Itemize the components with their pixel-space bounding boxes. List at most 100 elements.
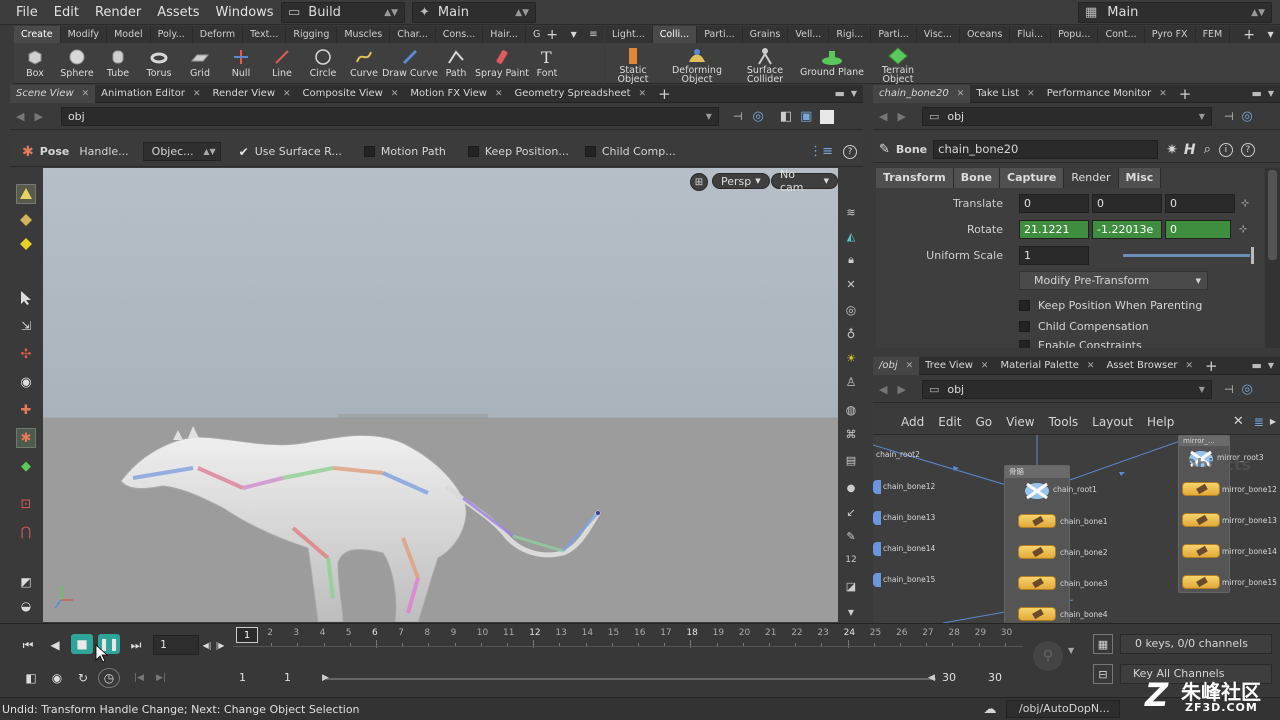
frame-cursor[interactable]: 1 xyxy=(236,627,258,643)
left_pane_tabs-tab-0[interactable]: Scene View ✕ xyxy=(10,84,96,103)
grid-number-icon[interactable]: 12 xyxy=(842,551,860,569)
uniform-scale-field[interactable]: 1 xyxy=(1019,246,1089,265)
rotate-x-field[interactable]: 21.1221 xyxy=(1019,220,1089,239)
audio-icon[interactable]: ◉ xyxy=(46,668,68,688)
param-tab-capture[interactable]: Capture xyxy=(1000,168,1065,188)
channel-icon[interactable]: ⊹ xyxy=(1239,224,1247,235)
move-tool-icon[interactable]: ⇲ xyxy=(16,316,36,336)
shelf-tab-0[interactable]: Create xyxy=(14,26,61,43)
shelf-right-tab-13[interactable]: FEM xyxy=(1196,26,1231,43)
uniform-scale-slider[interactable] xyxy=(1123,247,1254,264)
shelf-tab-2[interactable]: Model xyxy=(107,26,151,43)
param-tab-render[interactable]: Render xyxy=(1064,168,1119,188)
handle-menu[interactable]: Handle... xyxy=(79,145,128,158)
chevron-down-icon[interactable]: ▼ xyxy=(842,603,860,621)
shelf-right-tab-6[interactable]: Parti... xyxy=(871,26,917,43)
param-scrollbar[interactable] xyxy=(1265,168,1280,348)
range-handle-right[interactable]: ◀ xyxy=(928,673,935,683)
slider-handle[interactable] xyxy=(1251,247,1254,264)
network-menu-help[interactable]: Help xyxy=(1147,415,1174,429)
shelf-right-tab-0[interactable]: Light... xyxy=(605,26,653,43)
range-end-button[interactable]: ▶| xyxy=(150,668,172,688)
tool-null-button[interactable]: Null xyxy=(220,43,262,83)
bone-node-icon[interactable] xyxy=(1182,513,1220,527)
param_pane_tabs-tab-1[interactable]: Take List ✕ xyxy=(970,85,1040,103)
range-handle-left[interactable]: ▶ xyxy=(322,673,329,683)
bone-node-icon[interactable] xyxy=(873,542,881,556)
search-icon[interactable]: ⌕ xyxy=(1204,142,1211,157)
tool-terrain-object-button[interactable]: Terrain Object xyxy=(867,43,929,84)
key-options-icon[interactable]: ⊟ xyxy=(1093,664,1113,684)
gear-icon[interactable]: ✷ xyxy=(1166,142,1178,158)
display-options-icon[interactable]: ≋ xyxy=(842,203,860,221)
forward-arrow-icon[interactable]: ▶ xyxy=(897,110,905,123)
close-icon[interactable]: ✕ xyxy=(981,357,989,375)
net_pane_tabs-tab-1[interactable]: Tree View ✕ xyxy=(919,357,994,375)
add-tab-button[interactable]: + xyxy=(1173,85,1198,103)
shelf-tab-10[interactable]: Hair... xyxy=(483,26,526,43)
bone-node-icon[interactable] xyxy=(873,480,881,494)
desktop-select[interactable]: ▭ Build ▲▼ xyxy=(281,2,405,23)
shelf-tab-3[interactable]: Poly... xyxy=(151,26,193,43)
shelf-tab-1[interactable]: Modify xyxy=(61,26,108,43)
shelf-tab-9[interactable]: Cons... xyxy=(436,26,484,43)
range-start-field[interactable]: 1 xyxy=(233,669,277,689)
jump-start-button[interactable]: ⏮︎ xyxy=(17,635,39,655)
range-end2-field[interactable]: 30 xyxy=(982,669,1028,689)
motion-path-checkbox[interactable] xyxy=(363,146,375,157)
object-select[interactable]: Objec... ▲▼ xyxy=(142,142,221,161)
info-icon[interactable]: i xyxy=(1218,142,1233,157)
left_pane_tabs-tab-3[interactable]: Composite View ✕ xyxy=(297,85,405,103)
shading-icon[interactable]: ◭ xyxy=(842,227,860,245)
tool-curve-button[interactable]: Curve xyxy=(344,43,384,83)
close-icon[interactable]: ✕ xyxy=(391,85,399,103)
person-icon[interactable]: ♙ xyxy=(842,373,860,391)
tool-tube-button[interactable]: Tube xyxy=(98,43,138,83)
desktop-right-select[interactable]: ▦ Main ▲▼ xyxy=(1078,2,1272,23)
step-back-button[interactable]: ◀ xyxy=(44,635,66,655)
pose-tool-icon[interactable]: ✱ xyxy=(16,428,36,448)
translate-y-field[interactable]: 0 xyxy=(1092,194,1162,213)
close-icon[interactable]: ✕ xyxy=(82,85,90,103)
network-menu-edit[interactable]: Edit xyxy=(938,415,961,429)
tool-path-button[interactable]: Path xyxy=(436,43,476,83)
pin-icon[interactable]: ⊣ xyxy=(733,110,743,123)
shelf-tab-4[interactable]: Deform xyxy=(193,26,244,43)
close-icon[interactable]: ✕ xyxy=(1087,357,1095,375)
tool-torus-button[interactable]: Torus xyxy=(138,43,180,83)
tool-surface-collider-button[interactable]: Surface Collider xyxy=(733,43,797,84)
snap-icon[interactable]: ⊡ xyxy=(16,494,36,514)
link-icon[interactable]: ◎ xyxy=(1242,382,1253,397)
bone-node-icon[interactable] xyxy=(1182,482,1220,496)
network-menu-add[interactable]: Add xyxy=(901,415,924,429)
hide-icon[interactable]: ✕ xyxy=(842,275,860,293)
bone-node-icon[interactable] xyxy=(1182,544,1220,558)
channels-icon[interactable]: ▦ xyxy=(1093,634,1113,654)
cube-icon[interactable]: ◧ xyxy=(780,109,792,124)
add-tab-button[interactable]: + xyxy=(652,85,677,103)
back-arrow-icon[interactable]: ◀ xyxy=(879,383,887,396)
eraser-icon[interactable]: ◩ xyxy=(16,572,36,592)
handle-tool-icon[interactable]: ✚ xyxy=(16,400,36,420)
shelf-right-tab-4[interactable]: Vell... xyxy=(788,26,830,43)
network-path-field[interactable]: ▭ obj ▼ xyxy=(921,380,1212,399)
param_pane_tabs-tab-0[interactable]: chain_bone20 ✕ xyxy=(873,84,971,103)
child-compensation-checkbox[interactable] xyxy=(1019,321,1030,332)
tool-static-object-button[interactable]: Static Object xyxy=(605,43,661,84)
scene-path-field[interactable]: obj ▼ xyxy=(60,107,719,126)
close-icon[interactable]: ✕ xyxy=(639,85,647,103)
network-editor[interactable]: 骨骼 mirror_... chain_root2 chain_bone12 cha… xyxy=(873,435,1280,623)
next-key-button[interactable]: |▶ xyxy=(214,635,226,655)
shelf-right-tab-11[interactable]: Cont... xyxy=(1098,26,1145,43)
chevron-right-icon[interactable]: ▶ xyxy=(1270,417,1276,426)
bone-node-icon[interactable] xyxy=(1182,575,1220,589)
close-icon[interactable]: ✕ xyxy=(1027,85,1035,103)
network-menu-go[interactable]: Go xyxy=(975,415,992,429)
scene-viewport[interactable]: ⊞ Persp ▼ No cam ▼ xyxy=(43,168,838,622)
network-menu-view[interactable]: View xyxy=(1006,415,1034,429)
keep-parenting-checkbox[interactable] xyxy=(1019,300,1030,311)
tool-box-button[interactable]: Box xyxy=(14,43,56,83)
menu-icon[interactable]: ≡ xyxy=(589,29,597,40)
bone-node-icon[interactable] xyxy=(873,511,881,525)
plus-icon[interactable]: + xyxy=(1243,27,1255,43)
